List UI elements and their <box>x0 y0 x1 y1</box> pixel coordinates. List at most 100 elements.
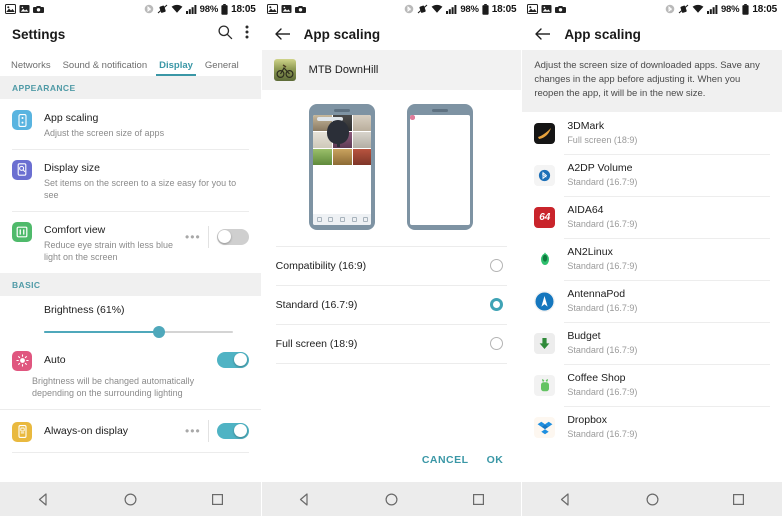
setting-title: Comfort view <box>44 223 106 236</box>
tab-general[interactable]: General <box>199 60 245 76</box>
list-item-text: Coffee Shop Standard (16.7:9) <box>567 372 637 398</box>
full-screen-preview <box>407 104 474 230</box>
recents-nav-icon[interactable] <box>731 492 746 507</box>
status-bar: 98% 18:05 <box>261 0 522 18</box>
toggle-knob <box>234 424 248 437</box>
ok-button[interactable]: OK <box>487 454 504 466</box>
clock-label: 18:05 <box>491 3 517 15</box>
phone-speaker <box>432 109 449 112</box>
list-item[interactable]: 3DMark Full screen (18:9) <box>522 112 782 154</box>
panel-app-scaling-list: 98% 18:05 App scaling Adjust the screen … <box>521 0 782 516</box>
slider-thumb[interactable] <box>153 325 166 338</box>
settings-scroll-area: APPEARANCE App scaling Adjust the screen… <box>0 76 261 482</box>
home-nav-icon[interactable] <box>384 492 399 507</box>
page-title: Settings <box>12 26 66 42</box>
setting-row-text: App scaling Adjust the screen size of ap… <box>44 108 249 140</box>
list-item-text: AIDA64 Standard (16.7:9) <box>567 204 637 230</box>
setting-row-app-scaling[interactable]: App scaling Adjust the screen size of ap… <box>0 99 261 149</box>
radio-standard[interactable] <box>490 298 504 311</box>
image-notification-icon <box>19 4 30 14</box>
list-item[interactable]: AN2Linux Standard (16.7:9) <box>522 238 782 280</box>
battery-icon <box>221 3 228 15</box>
battery-percent-label: 98% <box>199 3 219 15</box>
radio-full-screen[interactable] <box>490 337 504 350</box>
scaling-option-compatibility[interactable]: Compatibility (16:9) <box>262 246 522 285</box>
wifi-icon <box>431 4 443 14</box>
list-item[interactable]: AntennaPod Standard (16.7:9) <box>522 280 782 322</box>
list-item-text: A2DP Volume Standard (16.7:9) <box>567 162 637 188</box>
radio-compatibility[interactable] <box>490 259 504 272</box>
battery-icon <box>482 3 489 15</box>
list-item[interactable]: A2DP Volume Standard (16.7:9) <box>522 154 782 196</box>
brightness-slider[interactable] <box>44 325 233 339</box>
list-item[interactable]: Coffee Shop Standard (16.7:9) <box>522 364 782 406</box>
tab-display[interactable]: Display <box>153 60 199 76</box>
home-nav-icon[interactable] <box>123 492 138 507</box>
back-nav-icon[interactable] <box>297 492 312 507</box>
auto-brightness-description: Brightness will be changed automatically… <box>0 371 261 410</box>
list-item-text: Dropbox Standard (16.7:9) <box>567 414 637 440</box>
options-bottom-divider <box>275 363 508 364</box>
comfort-view-toggle[interactable] <box>216 228 249 245</box>
photo-notification-icon <box>5 4 16 14</box>
app-name: AntennaPod <box>567 288 626 300</box>
setting-row-always-on-display[interactable]: Always-on display ••• <box>0 410 261 452</box>
cancel-button[interactable]: CANCEL <box>422 454 469 466</box>
app-name: Budget <box>567 330 601 342</box>
arrow-left-icon[interactable] <box>534 27 551 41</box>
setting-title: Display size <box>44 161 101 174</box>
recents-nav-icon[interactable] <box>210 492 225 507</box>
always-on-display-toggle[interactable] <box>216 422 249 439</box>
app-name: AN2Linux <box>567 246 613 258</box>
battery-percent-label: 98% <box>720 3 740 15</box>
back-nav-icon[interactable] <box>558 492 573 507</box>
auto-brightness-label: Auto <box>44 353 66 366</box>
more-vertical-icon[interactable] <box>245 24 249 45</box>
selected-app-row[interactable]: MTB DownHill <box>261 50 522 90</box>
dialog-actions: CANCEL OK <box>262 440 522 482</box>
section-header-appearance: APPEARANCE <box>0 76 261 99</box>
system-nav-bar <box>261 482 522 516</box>
list-item[interactable]: Dropbox Standard (16.7:9) <box>522 406 782 448</box>
always-on-display-icon <box>12 421 32 442</box>
arrow-left-icon[interactable] <box>274 27 291 41</box>
auto-brightness-controls <box>216 351 249 368</box>
setting-row-display-size[interactable]: Display size Set items on the screen to … <box>0 148 261 211</box>
setting-row-controls: ••• <box>185 220 249 248</box>
scaling-option-standard[interactable]: Standard (16.7:9) <box>262 285 522 324</box>
app-name: Coffee Shop <box>567 372 626 384</box>
control-divider <box>207 419 209 442</box>
image-notification-icon <box>541 4 552 14</box>
tab-sound-notification[interactable]: Sound & notification <box>57 60 154 76</box>
list-item[interactable]: 64 AIDA64 Standard (16.7:9) <box>522 196 782 238</box>
clock-label: 18:05 <box>231 3 256 15</box>
screenshot-notification-icon <box>294 4 306 14</box>
wifi-icon <box>171 4 183 14</box>
setting-title: App scaling <box>44 112 99 124</box>
bluetooth-icon <box>665 4 675 14</box>
overflow-dots-icon[interactable]: ••• <box>185 231 201 243</box>
search-icon[interactable] <box>217 24 233 45</box>
panel-settings-display: 98% 18:05 Settings Networks Sound & noti… <box>0 0 261 516</box>
tab-networks[interactable]: Networks <box>5 60 57 76</box>
list-item[interactable]: Budget Standard (16.7:9) <box>522 322 782 364</box>
app-scaling-icon <box>12 110 32 130</box>
an2linux-icon <box>534 248 556 270</box>
setting-row-comfort-view[interactable]: Comfort view Reduce eye strain with less… <box>0 210 261 273</box>
display-size-icon <box>12 159 32 180</box>
battery-icon <box>742 3 749 15</box>
mtb-downhill-app-icon <box>273 59 296 81</box>
recents-nav-icon[interactable] <box>471 492 486 507</box>
vibrate-off-icon <box>678 4 689 14</box>
list-divider <box>12 451 249 453</box>
brightness-icon <box>12 350 32 371</box>
back-nav-icon[interactable] <box>36 492 51 507</box>
info-banner: Adjust the screen size of downloaded app… <box>522 50 782 112</box>
home-nav-icon[interactable] <box>645 492 660 507</box>
overflow-dots-icon[interactable]: ••• <box>185 425 201 437</box>
app-name: Dropbox <box>567 414 608 426</box>
setting-row-text: Comfort view Reduce eye strain with less… <box>44 220 179 264</box>
setting-row-auto-brightness[interactable]: Auto <box>0 347 261 371</box>
auto-brightness-toggle[interactable] <box>216 351 249 368</box>
scaling-option-full-screen[interactable]: Full screen (18:9) <box>262 324 522 363</box>
